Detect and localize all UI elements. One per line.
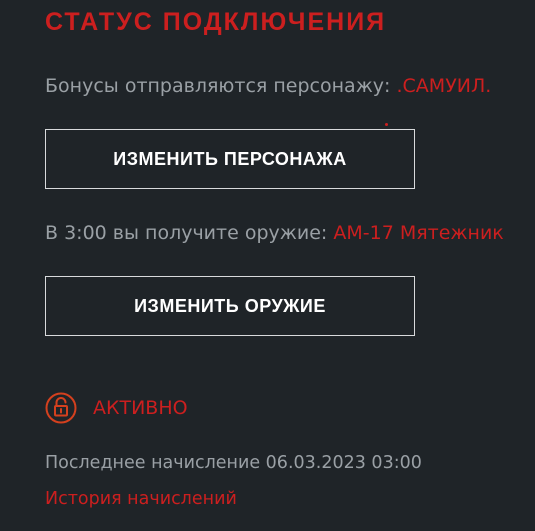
- weapon-prefix: В 3:00 вы получите оружие:: [45, 222, 334, 244]
- bonus-recipient-line: Бонусы отправляются персонажу: .САМУИЛ.: [45, 75, 491, 97]
- bonus-recipient-prefix: Бонусы отправляются персонажу:: [45, 75, 397, 97]
- weapon-name: АМ-17 Мятежник: [333, 222, 504, 244]
- status-label: АКТИВНО: [93, 397, 188, 419]
- last-accrual-text: Последнее начисление 06.03.2023 03:00: [45, 453, 422, 473]
- unlock-icon: [45, 392, 77, 424]
- change-weapon-button[interactable]: ИЗМЕНИТЬ ОРУЖИЕ: [45, 276, 415, 336]
- section-title: СТАТУС ПОДКЛЮЧЕНИЯ: [45, 8, 387, 36]
- accrual-history-link[interactable]: История начислений: [45, 489, 237, 509]
- weapon-line: В 3:00 вы получите оружие: АМ-17 Мятежни…: [45, 222, 504, 244]
- change-character-button[interactable]: ИЗМЕНИТЬ ПЕРСОНАЖА: [45, 129, 415, 189]
- character-name: .САМУИЛ.: [396, 75, 492, 97]
- red-dot-marker: [385, 123, 388, 126]
- status-row: АКТИВНО: [45, 392, 188, 424]
